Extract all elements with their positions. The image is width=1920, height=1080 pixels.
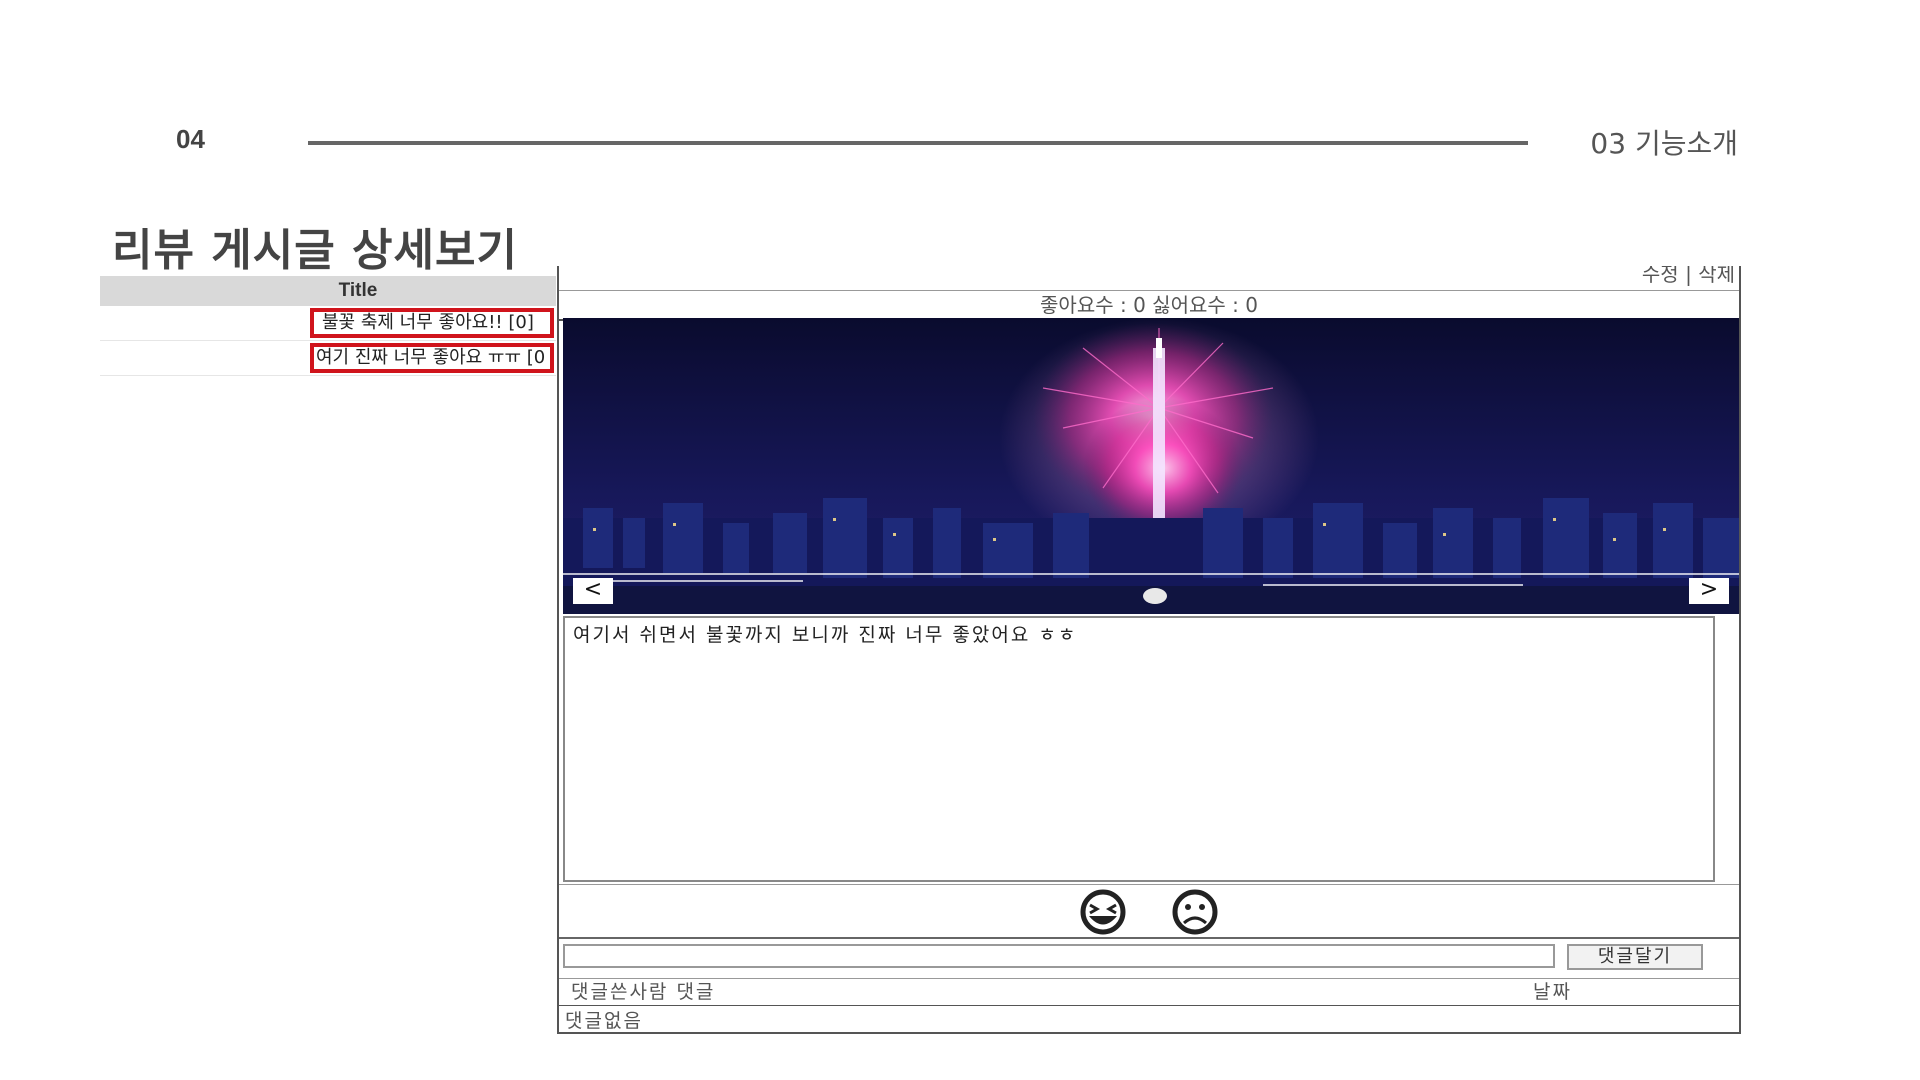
carousel-next-button[interactable]: >	[1689, 578, 1729, 604]
review-content: 여기서 쉬면서 불꽃까지 보니까 진짜 너무 좋았어요 ㅎㅎ	[563, 616, 1715, 882]
like-dislike-counts: 좋아요수 : 0 싫어요수 : 0	[559, 290, 1739, 321]
link-separator: |	[1685, 266, 1692, 286]
review-title-link[interactable]: 불꽃 축제 너무 좋아요!! [0]	[310, 308, 554, 338]
review-title-link[interactable]: 여기 진짜 너무 좋아요 ㅠㅠ [0	[310, 343, 554, 373]
edit-delete-links: 수정 | 삭제	[1642, 266, 1735, 286]
page-title: 리뷰 게시글 상세보기	[112, 225, 518, 276]
fireworks-photo	[563, 318, 1739, 614]
page-number: 04	[176, 124, 205, 154]
list-header-title: Title	[100, 276, 556, 306]
reaction-bar	[559, 884, 1739, 939]
comment-input[interactable]	[563, 944, 1555, 968]
comment-header-date: 날짜	[1533, 981, 1572, 1003]
list-item[interactable]: 여기 진짜 너무 좋아요 ㅠㅠ [0	[100, 341, 556, 376]
comment-table-header: 댓글쓴사람 댓글 날짜	[559, 978, 1739, 1006]
image-carousel[interactable]: < >	[563, 318, 1739, 614]
edit-link[interactable]: 수정	[1642, 266, 1679, 286]
sad-face-icon[interactable]	[1154, 889, 1236, 935]
header-divider	[308, 141, 1528, 145]
review-list: Title 불꽃 축제 너무 좋아요!! [0] 여기 진짜 너무 좋아요 ㅠㅠ…	[100, 276, 556, 376]
delete-link[interactable]: 삭제	[1698, 266, 1735, 286]
comment-submit-button[interactable]: 댓글달기	[1567, 944, 1703, 970]
list-item[interactable]: 불꽃 축제 너무 좋아요!! [0]	[100, 306, 556, 341]
carousel-prev-button[interactable]: <	[573, 578, 613, 604]
carousel-indicator[interactable]	[1143, 588, 1167, 604]
comment-header-author: 댓글쓴사람 댓글	[571, 981, 716, 1003]
laughing-face-icon[interactable]	[1062, 889, 1144, 935]
review-detail-panel: 수정 | 삭제 좋아요수 : 0 싫어요수 : 0 < > 여기서 쉬면서 불꽃…	[557, 266, 1741, 1034]
comment-empty-message: 댓글없음	[565, 1010, 643, 1032]
comment-form: 댓글달기	[559, 938, 1739, 976]
section-label: 03 기능소개	[1590, 127, 1738, 160]
